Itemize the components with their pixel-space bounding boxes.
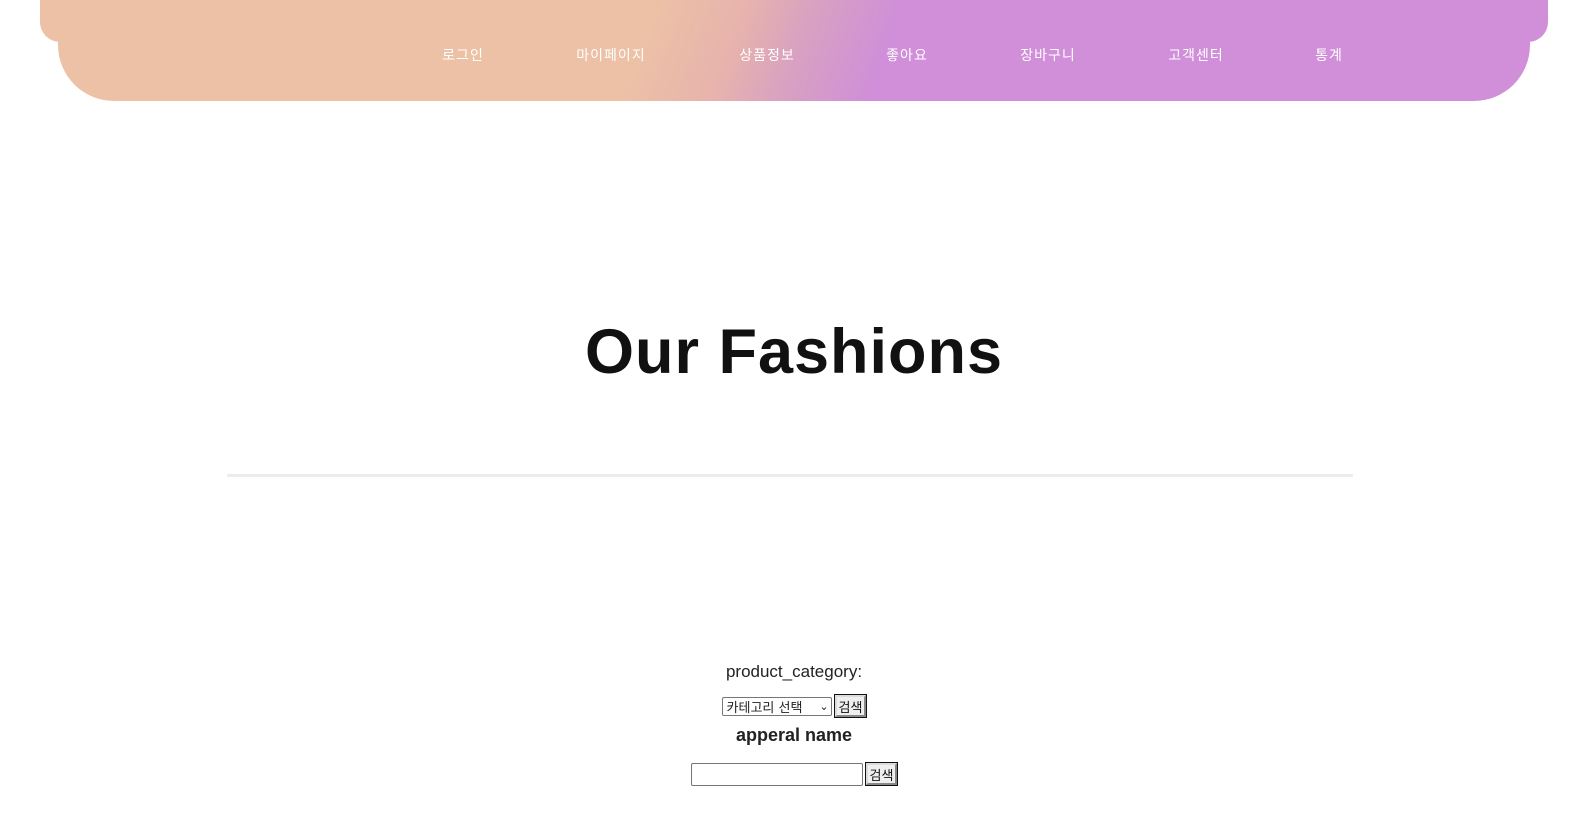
nav-cart[interactable]: 장바구니 <box>1020 45 1076 65</box>
nav-likes[interactable]: 좋아요 <box>886 45 928 65</box>
category-search-button[interactable]: 검색 <box>833 694 868 718</box>
nav-login[interactable]: 로그인 <box>442 45 484 65</box>
category-label: product_category: <box>725 662 863 681</box>
page-title: Our Fashions <box>584 317 1004 387</box>
main-nav: 로그인 마이페이지 상품정보 좋아요 장바구니 고객센터 통계 <box>40 45 1548 67</box>
apparel-name-label: apperal name <box>735 725 853 745</box>
header-left-ear <box>40 0 60 42</box>
section-divider <box>227 474 1353 477</box>
apparel-name-input[interactable] <box>690 762 863 786</box>
nav-product-info[interactable]: 상품정보 <box>739 45 795 65</box>
search-area: product_category: 카테고리 선택 ⌄ 검색 apperal n… <box>0 662 1588 786</box>
nav-statistics[interactable]: 통계 <box>1315 45 1343 65</box>
category-search-row: 카테고리 선택 ⌄ 검색 <box>0 694 1588 718</box>
category-select[interactable]: 카테고리 선택 ⌄ <box>721 696 832 716</box>
nav-mypage[interactable]: 마이페이지 <box>576 45 645 65</box>
name-search-row: 검색 <box>0 762 1588 786</box>
header-right-ear <box>1528 0 1548 42</box>
nav-customer-center[interactable]: 고객센터 <box>1168 45 1224 65</box>
page: 로그인 마이페이지 상품정보 좋아요 장바구니 고객센터 통계 Our Fash… <box>0 0 1588 835</box>
category-select-value: 카테고리 선택 <box>726 700 803 716</box>
header: 로그인 마이페이지 상품정보 좋아요 장바구니 고객센터 통계 <box>40 0 1548 101</box>
chevron-down-icon: ⌄ <box>819 699 829 713</box>
name-search-button[interactable]: 검색 <box>864 762 899 786</box>
